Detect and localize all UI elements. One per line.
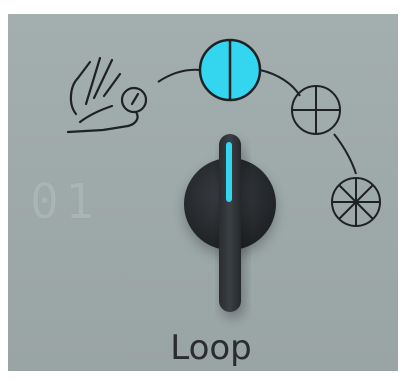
hand-dial-icon[interactable] [66, 56, 148, 134]
circle-eighths-icon[interactable] [331, 177, 381, 227]
circle-quartered-icon[interactable] [291, 85, 341, 135]
knob-label: Loop [170, 328, 252, 368]
loop-knob[interactable] [184, 134, 276, 318]
loop-control-panel: 01 Loop [8, 14, 398, 371]
index-display: 01 [30, 174, 100, 230]
circle-halved-icon[interactable] [198, 38, 262, 102]
knob-indicator [226, 142, 232, 202]
